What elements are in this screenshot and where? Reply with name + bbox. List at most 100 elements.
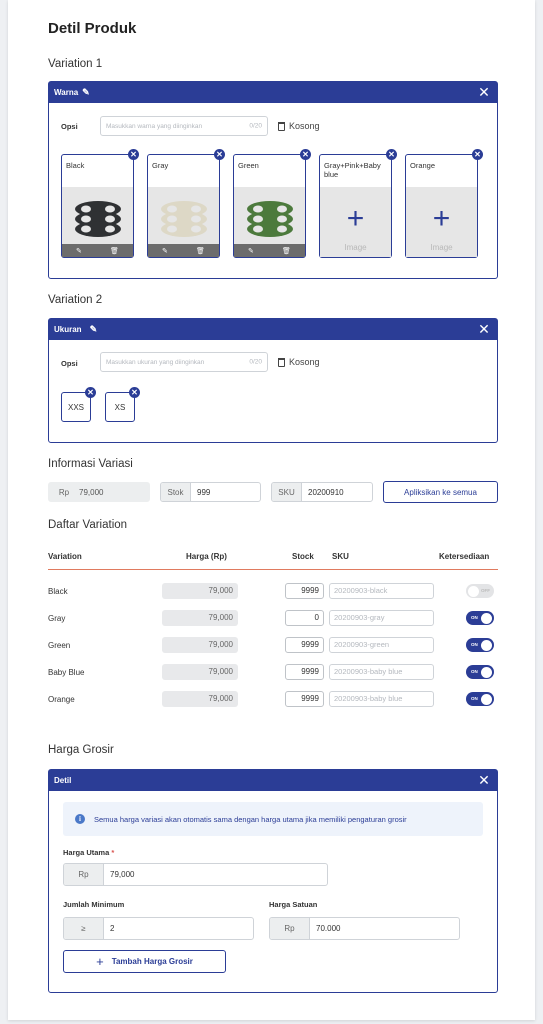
harga-utama-value: 79,000 <box>110 870 135 879</box>
option-tools: ✎ 🗑 <box>62 244 133 257</box>
row-stock-input[interactable]: 9999 <box>285 664 324 680</box>
remove-option-icon[interactable]: ✕ <box>214 149 225 160</box>
row-stock-input[interactable]: 9999 <box>285 637 324 653</box>
toggle-text: ON <box>471 615 478 620</box>
harga-satuan-prefix: Rp <box>270 918 310 939</box>
option-tools: ✎ 🗑 <box>234 244 305 257</box>
close-icon[interactable]: ✕ <box>477 85 491 99</box>
image-upload-area[interactable]: + Image <box>406 187 477 257</box>
row-stock-input[interactable]: 9999 <box>285 691 324 707</box>
option-card-black[interactable]: Black ✎ 🗑 ✕ <box>61 149 139 258</box>
grosir-heading: Harga Grosir <box>48 744 114 756</box>
harga-utama-field[interactable]: Rp 79,000 <box>63 863 328 886</box>
trash-icon[interactable]: 🗑 <box>196 247 205 255</box>
option-name: Black <box>66 161 85 170</box>
add-grosir-button[interactable]: + Tambah Harga Grosir <box>63 950 226 973</box>
info-text: Semua harga variasi akan otomatis sama d… <box>94 814 407 824</box>
edit-pencil-icon[interactable]: ✎ <box>82 82 90 103</box>
sku-field[interactable]: SKU 20200910 <box>271 482 373 502</box>
harga-satuan-label: Harga Satuan <box>269 900 318 909</box>
row-price: 79,000 <box>162 637 238 653</box>
size-chip-xs[interactable]: XS ✕ <box>105 387 140 422</box>
option-card-orange[interactable]: Orange + Image ✕ <box>405 149 483 258</box>
row-sku-input[interactable]: 20200903-baby blue <box>329 691 434 707</box>
size-option-input[interactable]: Masukkan ukuran yang diinginkan 0/20 <box>100 352 268 372</box>
input-placeholder: Masukkan warna yang diinginkan <box>106 122 203 130</box>
col-ketersediaan: Ketersediaan <box>439 552 490 561</box>
variation1-panel-header: Warna ✎ ✕ <box>49 82 497 103</box>
toggle-text: ON <box>471 642 478 647</box>
option-card-green[interactable]: Green ✎ 🗑 ✕ <box>233 149 311 258</box>
trash-icon[interactable]: 🗑 <box>110 247 119 255</box>
harga-utama-prefix: Rp <box>64 864 104 885</box>
plus-icon: + <box>432 202 451 235</box>
size-chip-xxs[interactable]: XXS ✕ <box>61 387 96 422</box>
trash-icon <box>278 121 285 131</box>
option-card-gray-pink-baby-blue[interactable]: Gray+Pink+Baby blue + Image ✕ <box>319 149 397 258</box>
info-banner: i Semua harga variasi akan otomatis sama… <box>63 802 483 836</box>
trash-icon[interactable]: 🗑 <box>282 247 291 255</box>
edit-pencil-icon[interactable]: ✎ <box>248 247 254 255</box>
color-option-input[interactable]: Masukkan warna yang diinginkan 0/20 <box>100 116 268 136</box>
jumlah-min-field[interactable]: ≥ 2 <box>63 917 254 940</box>
option-name: Orange <box>410 161 436 170</box>
edit-pencil-icon[interactable]: ✎ <box>76 247 82 255</box>
info-icon: i <box>75 814 85 824</box>
availability-toggle[interactable]: ON <box>466 638 494 652</box>
row-variation: Black <box>48 587 68 596</box>
edit-pencil-icon[interactable]: ✎ <box>162 247 168 255</box>
product-detail-card: Detil Produk Variation 1 Warna ✎ ✕ Opsi M… <box>8 0 535 1020</box>
remove-option-icon[interactable]: ✕ <box>129 387 140 398</box>
close-icon[interactable]: ✕ <box>477 773 491 787</box>
char-counter: 0/20 <box>249 358 262 366</box>
daftar-heading: Daftar Variation <box>48 519 128 531</box>
row-stock-input[interactable]: 0 <box>285 610 324 626</box>
remove-option-icon[interactable]: ✕ <box>128 149 139 160</box>
image-upload-area[interactable]: + Image <box>320 187 391 257</box>
col-stock: Stock <box>292 552 314 561</box>
clear-options-button[interactable]: Kosong <box>278 121 320 131</box>
row-sku-input[interactable]: 20200903-black <box>329 583 434 599</box>
availability-toggle[interactable]: ON <box>466 692 494 706</box>
info-variasi-heading: Informasi Variasi <box>48 458 133 470</box>
toggle-knob <box>481 666 492 678</box>
clear-options-button[interactable]: Kosong <box>278 357 320 367</box>
edit-pencil-icon[interactable]: ✎ <box>90 319 98 340</box>
row-sku-input[interactable]: 20200903-gray <box>329 610 434 626</box>
sku-value: 20200910 <box>308 487 344 497</box>
remove-option-icon[interactable]: ✕ <box>472 149 483 160</box>
grosir-panel-title: Detil <box>54 776 72 785</box>
chip-label: XXS <box>67 402 84 412</box>
price-field: Rp 79,000 <box>48 482 150 502</box>
stock-field[interactable]: Stok 999 <box>160 482 261 502</box>
col-harga: Harga (Rp) <box>186 552 227 561</box>
jumlah-min-prefix: ≥ <box>64 918 104 939</box>
row-variation: Baby Blue <box>48 668 85 677</box>
remove-option-icon[interactable]: ✕ <box>386 149 397 160</box>
clear-label: Kosong <box>289 121 320 131</box>
col-sku: SKU <box>332 552 349 561</box>
apply-all-button[interactable]: Apliksikan ke semua <box>383 481 498 503</box>
option-tools: ✎ 🗑 <box>148 244 219 257</box>
harga-satuan-field[interactable]: Rp 70.000 <box>269 917 460 940</box>
availability-toggle[interactable]: OFF <box>466 584 494 598</box>
row-sku-input[interactable]: 20200903-green <box>329 637 434 653</box>
variation1-heading: Variation 1 <box>48 58 103 70</box>
toggle-knob <box>468 585 479 597</box>
jumlah-min-label: Jumlah Minimum <box>63 900 125 909</box>
image-placeholder-text: Image <box>344 243 367 252</box>
row-price: 79,000 <box>162 664 238 680</box>
row-sku-input[interactable]: 20200903-baby blue <box>329 664 434 680</box>
close-icon[interactable]: ✕ <box>477 322 491 336</box>
harga-satuan-value: 70.000 <box>316 924 341 933</box>
row-price: 79,000 <box>162 583 238 599</box>
availability-toggle[interactable]: ON <box>466 665 494 679</box>
remove-option-icon[interactable]: ✕ <box>85 387 96 398</box>
option-name: Gray+Pink+Baby blue <box>324 161 381 179</box>
option-name: Green <box>238 161 259 170</box>
chip-label: XS <box>114 402 126 412</box>
remove-option-icon[interactable]: ✕ <box>300 149 311 160</box>
option-card-gray[interactable]: Gray ✎ 🗑 ✕ <box>147 149 225 258</box>
row-stock-input[interactable]: 9999 <box>285 583 324 599</box>
availability-toggle[interactable]: ON <box>466 611 494 625</box>
